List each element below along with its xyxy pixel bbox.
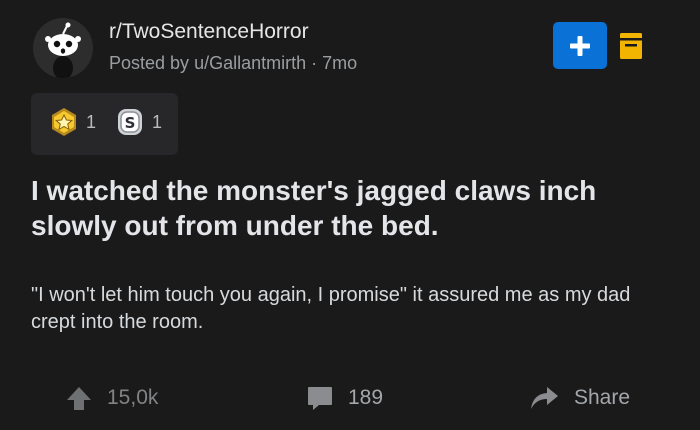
author-link[interactable]: u/Gallantmirth <box>194 53 306 73</box>
post-body: "I won't let him touch you again, I prom… <box>31 284 631 333</box>
comments-button[interactable]: 189 <box>306 380 383 416</box>
plus-icon <box>570 35 590 56</box>
post-meta: Posted by u/Gallantmirth · 7mo <box>109 53 357 74</box>
join-button[interactable] <box>553 22 607 69</box>
subreddit-name[interactable]: r/TwoSentenceHorror <box>109 20 309 44</box>
silver-award-count: 1 <box>152 112 163 132</box>
upvote-count: 15,0k <box>107 386 159 409</box>
comment-bubble-icon <box>308 387 332 410</box>
subreddit-avatar[interactable] <box>33 18 93 78</box>
post-title[interactable]: I watched the monster's jagged claws inc… <box>31 173 671 243</box>
posted-by-label: Posted by <box>109 53 190 73</box>
svg-text:S: S <box>125 114 136 132</box>
upvote-arrow-icon <box>67 387 91 410</box>
share-label: Share <box>574 386 631 409</box>
post-age: 7mo <box>322 53 358 73</box>
star-award-icon <box>52 108 76 136</box>
share-button[interactable]: Share <box>528 380 630 416</box>
snoo-avatar-icon <box>33 18 93 78</box>
upvote-button[interactable]: 15,0k <box>65 380 158 416</box>
meta-separator: · <box>311 53 318 73</box>
share-arrow-icon <box>531 387 558 409</box>
bookmark-icon <box>620 33 642 59</box>
silver-award-icon: S <box>118 109 142 135</box>
awards-bar[interactable]: 1 S 1 <box>31 93 178 155</box>
comment-count: 189 <box>348 386 384 409</box>
save-button[interactable] <box>620 33 642 59</box>
star-award-count: 1 <box>86 112 97 132</box>
post-card: r/TwoSentenceHorror Posted by u/Gallantm… <box>0 0 700 430</box>
